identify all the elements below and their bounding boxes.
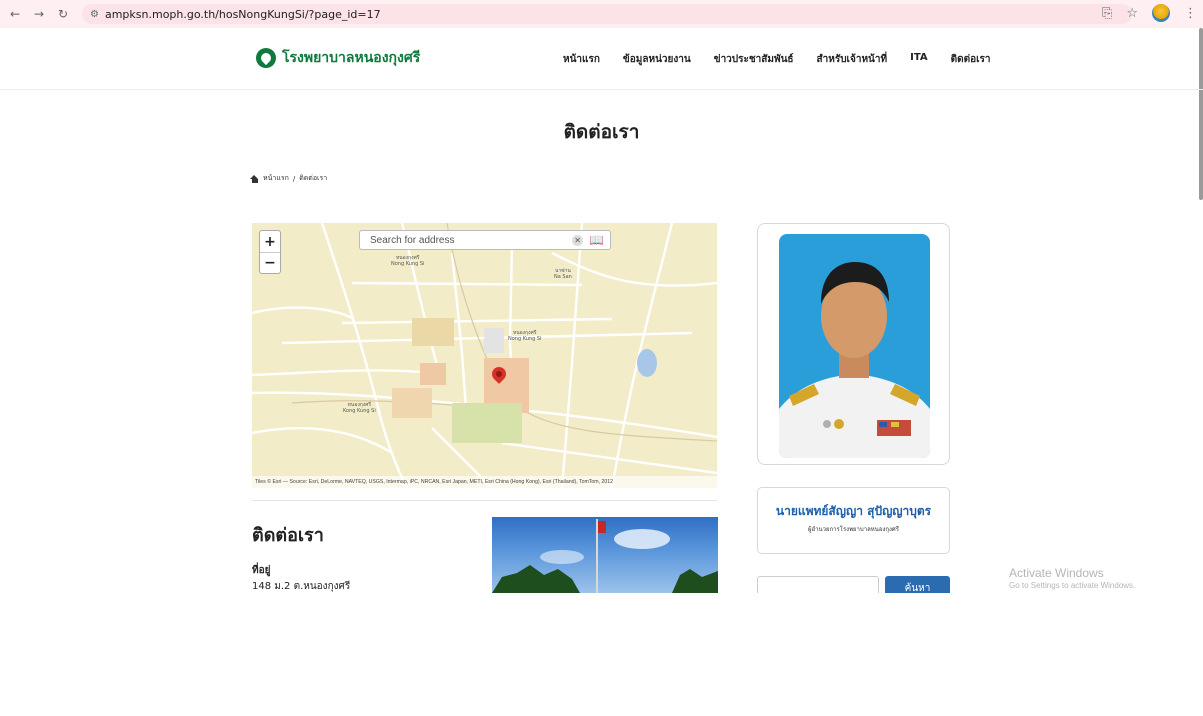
url-text[interactable]: ampksn.moph.go.th/hosNongKungSi/?page_id… <box>105 8 381 21</box>
nav-item-organization-info[interactable]: ข้อมูลหน่วยงาน <box>623 52 691 67</box>
breadcrumb: หน้าแรก / ติดต่อเรา <box>250 173 327 184</box>
director-photo-card <box>757 223 950 465</box>
profile-avatar-icon[interactable] <box>1152 4 1170 22</box>
address-book-icon[interactable]: 📖 <box>589 233 604 247</box>
forward-arrow-icon[interactable]: → <box>30 7 48 21</box>
windows-activation-watermark: Activate Windows Go to Settings to activ… <box>1009 566 1135 590</box>
hospital-photo <box>492 517 718 593</box>
clear-search-icon[interactable]: ✕ <box>572 234 584 246</box>
browser-actions: ⎘ ☆ ⋮ <box>1102 4 1197 22</box>
breadcrumb-home-link[interactable]: หน้าแรก <box>263 173 289 184</box>
back-arrow-icon[interactable]: ← <box>6 7 24 21</box>
map-label-town-north: หนองกุงศรี Nong Kung Si <box>391 255 425 267</box>
nav-item-staff[interactable]: สำหรับเจ้าหน้าที่ <box>817 52 888 67</box>
map-attribution: Tiles © Esri — Source: Esri, DeLorme, NA… <box>252 476 717 488</box>
map-search-box: ✕ 📖 <box>359 230 611 250</box>
zoom-control: + − <box>259 230 281 274</box>
address-line: 148 ม.2 ต.หนองกุงศรี <box>252 581 351 592</box>
map-search-input[interactable] <box>360 231 573 249</box>
page-title: ติดต่อเรา <box>563 121 640 143</box>
contact-heading: ติดต่อเรา <box>252 525 324 546</box>
director-portrait-image <box>779 262 930 458</box>
map-label-town-west: หนองกุงศรี Kong Kung Si <box>343 402 376 414</box>
nav-item-news[interactable]: ข่าวประชาสัมพันธ์ <box>714 52 794 67</box>
browser-menu-icon[interactable]: ⋮ <box>1184 6 1197 21</box>
zoom-in-button[interactable]: + <box>260 231 280 252</box>
nav-item-home[interactable]: หน้าแรก <box>563 52 600 67</box>
watermark-title: Activate Windows <box>1009 566 1104 580</box>
breadcrumb-separator: / <box>292 174 296 183</box>
map-tiles <box>252 223 717 488</box>
home-icon[interactable] <box>250 174 259 183</box>
zoom-out-button[interactable]: − <box>260 252 280 273</box>
site-header: โรงพยาบาลหนองกุงศรี หน้าแรก ข้อมูลหน่วยง… <box>0 28 1203 90</box>
bookmark-star-icon[interactable]: ☆ <box>1126 6 1138 21</box>
map-label-nasan: นาซ่าน Na San <box>554 268 572 280</box>
site-logo-text: โรงพยาบาลหนองกุงศรี <box>282 50 421 66</box>
director-name-card: นายแพทย์สัญญา สุปัญญาบุตร ผู้อำนวยการโรง… <box>757 487 950 554</box>
hospital-emblem-icon <box>256 48 276 68</box>
watermark-subtitle: Go to Settings to activate Windows. <box>1009 581 1136 590</box>
director-name: นายแพทย์สัญญา สุปัญญาบุตร <box>775 504 932 518</box>
nav-item-contact[interactable]: ติดต่อเรา <box>951 52 991 67</box>
blank-area <box>0 593 1203 716</box>
breadcrumb-current: ติดต่อเรา <box>299 174 328 182</box>
map-label-town-center: หนองกุงศรี Nong Kung Si <box>508 330 542 342</box>
translate-icon[interactable]: ⎘ <box>1102 6 1112 21</box>
browser-toolbar: ← → ↻ ⚙ ampksn.moph.go.th/hosNongKungSi/… <box>0 0 1203 28</box>
address-bar[interactable]: ⚙ ampksn.moph.go.th/hosNongKungSi/?page_… <box>82 4 1132 24</box>
section-divider <box>252 500 717 501</box>
location-map[interactable]: หนองกุงศรี Nong Kung Si นาซ่าน Na San หนอง… <box>252 223 717 488</box>
nav-item-ita[interactable]: ITA <box>910 52 928 67</box>
reload-icon[interactable]: ↻ <box>54 7 72 21</box>
director-portrait <box>779 234 930 458</box>
site-logo[interactable]: โรงพยาบาลหนองกุงศรี <box>256 47 420 69</box>
director-title: ผู้อำนวยการโรงพยาบาลหนองกุงศรี <box>808 526 899 533</box>
site-settings-icon[interactable]: ⚙ <box>90 9 99 20</box>
hospital-photo-image <box>492 519 718 593</box>
address-label: ที่อยู่ <box>252 565 271 576</box>
main-navigation: หน้าแรก ข้อมูลหน่วยงาน ข่าวประชาสัมพันธ์… <box>563 52 991 67</box>
